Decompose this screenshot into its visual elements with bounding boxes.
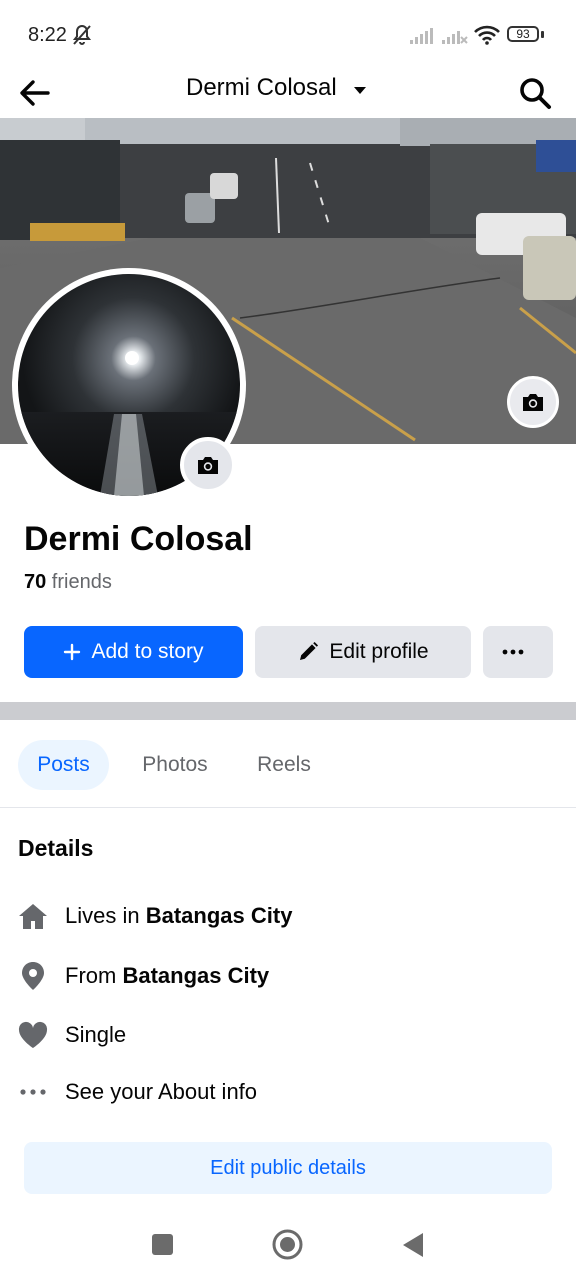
tab-posts[interactable]: Posts	[18, 740, 109, 790]
nav-back-button[interactable]	[401, 1232, 425, 1258]
friends-count[interactable]: 70 friends	[24, 571, 112, 594]
add-to-story-button[interactable]: Add to story	[24, 626, 243, 678]
heart-icon	[18, 1020, 48, 1050]
profile-camera-button[interactable]	[180, 437, 236, 493]
status-bar: 8:22 93	[0, 0, 576, 66]
see-about-info-link[interactable]: See your About info	[18, 1072, 257, 1112]
friends-number: 70	[24, 571, 47, 593]
profile-name: Dermi Colosal	[24, 520, 253, 558]
back-arrow-icon[interactable]	[16, 74, 54, 112]
top-bar: Dermi Colosal	[0, 66, 576, 118]
more-icon	[502, 649, 524, 655]
section-divider	[0, 702, 576, 720]
pencil-icon	[300, 642, 319, 660]
home-button[interactable]	[272, 1229, 303, 1260]
caret-down-icon[interactable]	[352, 84, 368, 96]
wifi-icon	[474, 25, 500, 45]
detail-lives-in: Lives in Batangas City	[18, 896, 292, 936]
battery-tip	[541, 31, 544, 38]
edit-profile-button[interactable]: Edit profile	[255, 626, 471, 678]
tab-reels[interactable]: Reels	[243, 740, 325, 790]
signal-icon	[442, 31, 468, 44]
system-navigation-bar	[0, 1212, 576, 1280]
edit-public-details-button[interactable]: Edit public details	[24, 1142, 552, 1194]
search-icon[interactable]	[516, 74, 554, 112]
tabs-divider	[0, 807, 576, 808]
lives-in-prefix: Lives in	[65, 903, 146, 928]
signal-icon	[410, 28, 433, 44]
see-about-info-label: See your About info	[65, 1079, 258, 1104]
header-profile-switcher[interactable]: Dermi Colosal	[186, 74, 337, 102]
friends-label: friends	[46, 571, 112, 593]
home-icon	[18, 901, 48, 931]
relationship-status: Single	[65, 1022, 127, 1047]
camera-icon	[198, 457, 218, 474]
plus-icon	[64, 643, 81, 661]
lives-in-value: Batangas City	[145, 903, 293, 928]
detail-relationship: Single	[18, 1015, 126, 1055]
details-heading: Details	[18, 835, 94, 861]
status-time: 8:22	[28, 24, 67, 46]
from-prefix: From	[65, 963, 123, 988]
bell-off-icon	[72, 24, 92, 45]
battery-icon: 93	[507, 26, 539, 42]
camera-icon	[523, 394, 543, 411]
location-pin-icon	[18, 961, 48, 991]
from-value: Batangas City	[122, 963, 270, 988]
cover-camera-button[interactable]	[507, 376, 559, 428]
edit-profile-label: Edit profile	[329, 640, 429, 663]
add-to-story-label: Add to story	[91, 640, 204, 663]
tab-photos[interactable]: Photos	[125, 740, 225, 790]
detail-from: From Batangas City	[18, 956, 269, 996]
more-options-button[interactable]	[483, 626, 553, 678]
recents-button[interactable]	[152, 1234, 173, 1255]
ellipsis-icon	[18, 1077, 48, 1107]
